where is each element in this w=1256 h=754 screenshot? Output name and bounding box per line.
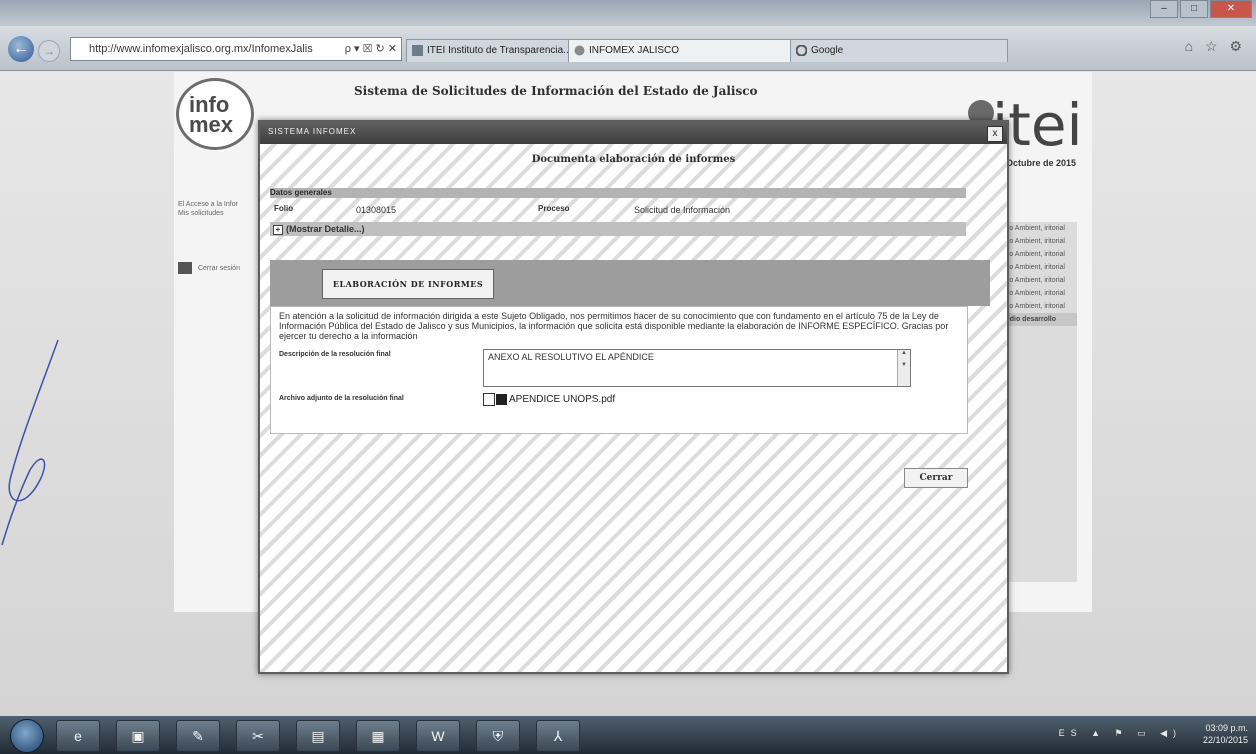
document-title: Documenta elaboración de informes [531, 154, 736, 165]
logout-icon [178, 262, 192, 274]
folder-taskbar-icon[interactable]: ▦ [356, 720, 400, 752]
tab-label: INFOMEX JALISCO [589, 45, 680, 56]
system-clock[interactable]: 03:09 p.m. 22/10/2015 [1203, 722, 1248, 746]
language-indicator[interactable]: ES [1059, 728, 1083, 738]
tab-elaboracion-informes[interactable]: ELABORACIÓN DE INFORMES [322, 269, 494, 299]
tab-strip: ELABORACIÓN DE INFORMES [270, 260, 990, 306]
shield-taskbar-icon[interactable]: ⛨ [476, 720, 520, 752]
folio-label: Folio [274, 204, 294, 213]
logo-mex-text: mex [189, 112, 234, 137]
tab-itei[interactable]: ITEI Instituto de Transparencia... [406, 39, 588, 62]
favicon-icon [574, 45, 585, 56]
back-button[interactable]: ← [8, 36, 34, 62]
file-icon [483, 393, 495, 406]
left-nav: El Acceso a la Infor Mis solicitudes [178, 200, 238, 218]
proceso-value: Solicitud de Información [634, 205, 731, 215]
tab-infomex[interactable]: INFOMEX JALISCO ✕ [568, 39, 810, 62]
descripcion-value: ANEXO AL RESOLUTIVO EL APÉNDICE [488, 352, 654, 362]
save-icon [496, 394, 507, 405]
modal-close-button[interactable]: x [987, 126, 1003, 142]
acrobat-taskbar-icon[interactable]: ⅄ [536, 720, 580, 752]
current-date: Octubre de 2015 [1006, 158, 1077, 168]
archivo-link[interactable]: APENDICE UNOPS.pdf [483, 393, 615, 406]
taskbar-app-icon[interactable]: ✎ [176, 720, 220, 752]
browser-navbar: ← → http://www.infomexjalisco.org.mx/Inf… [0, 26, 1256, 71]
tray-icons[interactable]: ES ▲ ⚑ ▭ ◀) [1059, 728, 1182, 739]
modal-dialog: SISTEMA INFOMEX x Documenta elaboración … [258, 120, 1009, 674]
proceso-label: Proceso [538, 204, 570, 213]
window-controls: – □ ✕ [1150, 0, 1252, 18]
mostrar-detalle-toggle[interactable]: + (Mostrar Detalle...) [270, 222, 966, 236]
nav-link-acceso[interactable]: El Acceso a la Infor [178, 200, 238, 209]
page-title: Sistema de Solicitudes de Información de… [354, 84, 758, 98]
tab-label: ITEI Instituto de Transparencia... [427, 45, 572, 56]
right-panel-item[interactable]: Medio desarrollo [997, 313, 1077, 326]
minimize-button[interactable]: – [1150, 0, 1178, 18]
ie-taskbar-icon[interactable]: e [56, 720, 100, 752]
address-controls[interactable]: ρ ▾ ☒ ↻ ✕ [345, 38, 397, 60]
modal-title: SISTEMA INFOMEX [268, 127, 357, 136]
ink-signature [1, 339, 59, 546]
word-taskbar-icon[interactable]: W [416, 720, 460, 752]
expand-icon: + [273, 225, 283, 235]
window-close-button[interactable]: ✕ [1210, 0, 1252, 18]
intro-text: En atención a la solicitud de informació… [279, 311, 949, 341]
logout-label: Cerrar sesión [197, 264, 240, 272]
tray-icon-group[interactable]: ▲ ⚑ ▭ ◀) [1091, 728, 1182, 738]
right-panel: edio Ambient, iritorial edio Ambient, ir… [997, 222, 1077, 582]
favicon-icon [412, 45, 423, 56]
taskbar-app-icon[interactable]: ✂ [236, 720, 280, 752]
folio-row: Folio 01308015 Proceso Solicitud de Info… [270, 202, 966, 220]
right-panel-item[interactable]: edio Ambient, iritorial [997, 274, 1077, 287]
tab-google[interactable]: Google [790, 39, 1008, 62]
descripcion-label: Descripción de la resolución final [279, 351, 391, 358]
maximize-button[interactable]: □ [1180, 0, 1208, 18]
right-panel-item[interactable]: edio Ambient, iritorial [997, 222, 1077, 235]
datos-generales-header: Datos generales [270, 188, 966, 198]
right-panel-item[interactable]: edio Ambient, iritorial [997, 235, 1077, 248]
textarea-scrollbar[interactable]: ▲ ▼ [897, 350, 910, 386]
taskbar-app-icon[interactable]: ▣ [116, 720, 160, 752]
forward-button[interactable]: → [38, 40, 60, 62]
logout-link[interactable]: Cerrar sesión [178, 262, 240, 274]
taskbar: e ▣ ✎ ✂ ▤ ▦ W ⛨ ⅄ ES ▲ ⚑ ▭ ◀) 03:09 p.m.… [0, 716, 1256, 754]
right-panel-item[interactable]: edio Ambient, iritorial [997, 300, 1077, 313]
nav-link-mis-solicitudes[interactable]: Mis solicitudes [178, 209, 238, 218]
modal-header: SISTEMA INFOMEX x [260, 122, 1007, 144]
right-panel-item[interactable]: edio Ambient, iritorial [997, 248, 1077, 261]
right-panel-item[interactable]: edio Ambient, iritorial [997, 261, 1077, 274]
folio-value: 01308015 [356, 205, 397, 215]
google-icon [796, 45, 807, 56]
archivo-name: APENDICE UNOPS.pdf [509, 394, 616, 406]
archivo-label: Archivo adjunto de la resolución final [279, 395, 404, 402]
address-url: http://www.infomexjalisco.org.mx/Infomex… [89, 43, 313, 55]
descripcion-textarea[interactable]: ANEXO AL RESOLUTIVO EL APÉNDICE ▲ ▼ [483, 349, 911, 387]
mostrar-detalle-label: (Mostrar Detalle...) [286, 224, 365, 234]
clock-date: 22/10/2015 [1202, 735, 1248, 745]
clock-time: 03:09 p.m. [1205, 723, 1248, 733]
cerrar-button[interactable]: Cerrar [904, 468, 968, 488]
taskbar-app-icon[interactable]: ▤ [296, 720, 340, 752]
tab-label: Google [811, 45, 844, 56]
right-panel-item[interactable]: edio Ambient, iritorial [997, 287, 1077, 300]
tab-content: En atención a la solicitud de informació… [270, 306, 968, 434]
address-bar[interactable]: http://www.infomexjalisco.org.mx/Infomex… [70, 37, 402, 61]
start-button[interactable] [10, 719, 44, 753]
browser-window: – □ ✕ ← → http://www.infomexjalisco.org.… [0, 0, 1256, 754]
window-titlebar: – □ ✕ [0, 0, 1256, 26]
browser-toolbar-icons[interactable]: ⌂ ☆ ⚙ [1185, 38, 1246, 55]
infomex-logo: info mex [176, 78, 254, 150]
